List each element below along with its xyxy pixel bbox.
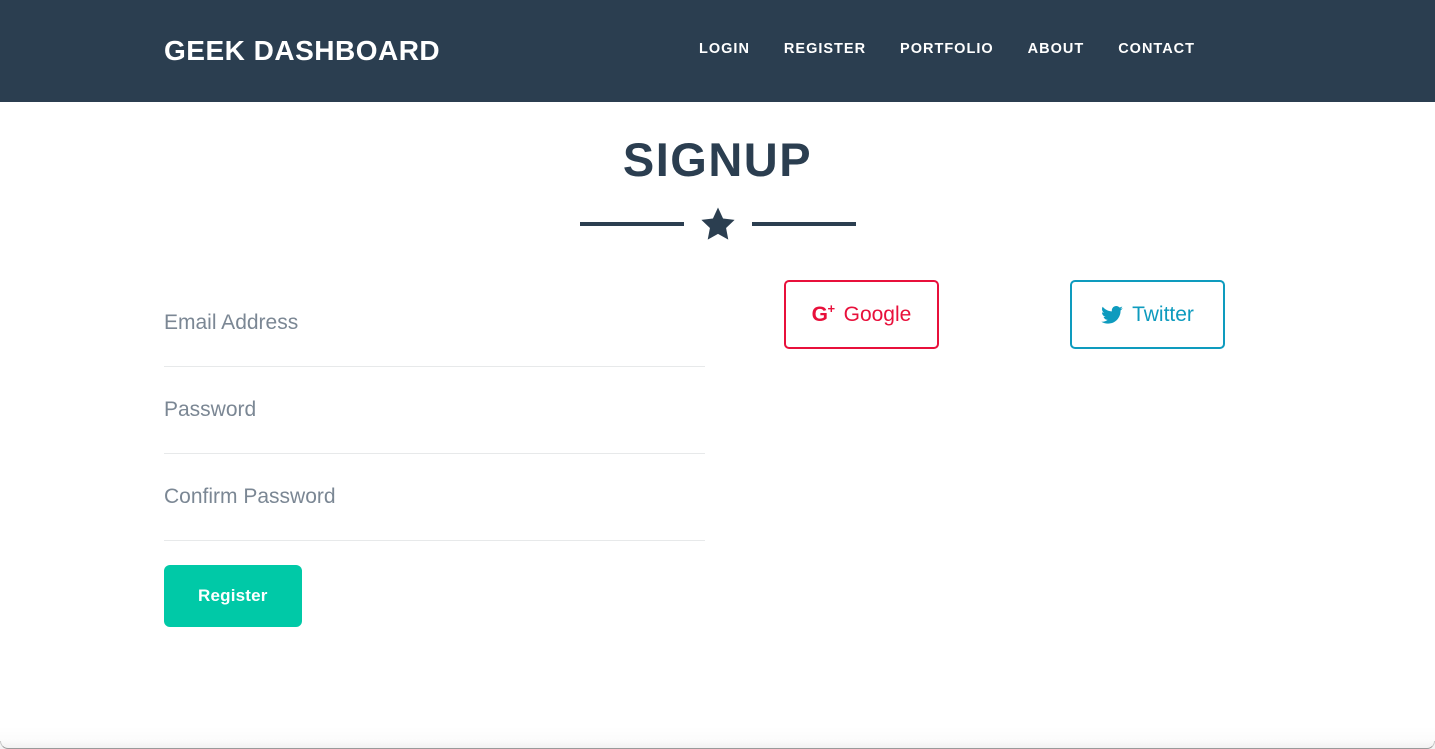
email-field-group [164,280,705,367]
signup-content-row: Register G+ Google Twitter [0,280,1435,680]
google-signup-button[interactable]: G+ Google [784,280,939,349]
divider-line-right [751,222,856,226]
nav-link-contact[interactable]: CONTACT [1101,38,1212,60]
nav-item-portfolio: PORTFOLIO [883,38,1011,60]
google-signup-column: G+ Google [784,280,939,349]
nav-item-about: ABOUT [1011,38,1102,60]
main-navigation: LOGIN REGISTER PORTFOLIO ABOUT CONTACT [682,38,1212,60]
top-navbar: GEEK DASHBOARD LOGIN REGISTER PORTFOLIO … [0,0,1435,102]
password-field[interactable] [164,367,705,453]
browser-window-bottom-edge [0,703,1435,749]
confirm-password-field-group [164,454,705,541]
browser-viewport: GEEK DASHBOARD LOGIN REGISTER PORTFOLIO … [0,0,1435,749]
divider-line-left [579,222,684,226]
confirm-password-field[interactable] [164,454,705,540]
nav-item-register: REGISTER [767,38,883,60]
page-title: SIGNUP [622,133,813,186]
section-divider [0,204,1435,244]
password-field-group [164,367,705,454]
nav-link-about[interactable]: ABOUT [1011,38,1102,60]
nav-link-login[interactable]: LOGIN [682,38,767,60]
email-field[interactable] [164,280,705,366]
twitter-button-label: Twitter [1132,303,1194,326]
nav-link-register[interactable]: REGISTER [767,38,883,60]
twitter-bird-icon [1101,305,1123,324]
site-brand-logo[interactable]: GEEK DASHBOARD [164,32,440,70]
google-button-label: Google [843,303,912,326]
twitter-signup-column: Twitter [1070,280,1225,349]
nav-link-portfolio[interactable]: PORTFOLIO [883,38,1011,60]
nav-item-login: LOGIN [682,38,767,60]
google-plus-icon: G+ [811,301,835,326]
register-submit-button[interactable]: Register [164,565,302,627]
twitter-signup-button[interactable]: Twitter [1070,280,1225,349]
signup-form: Register [164,280,705,627]
nav-item-contact: CONTACT [1101,38,1212,60]
star-icon [698,205,738,243]
